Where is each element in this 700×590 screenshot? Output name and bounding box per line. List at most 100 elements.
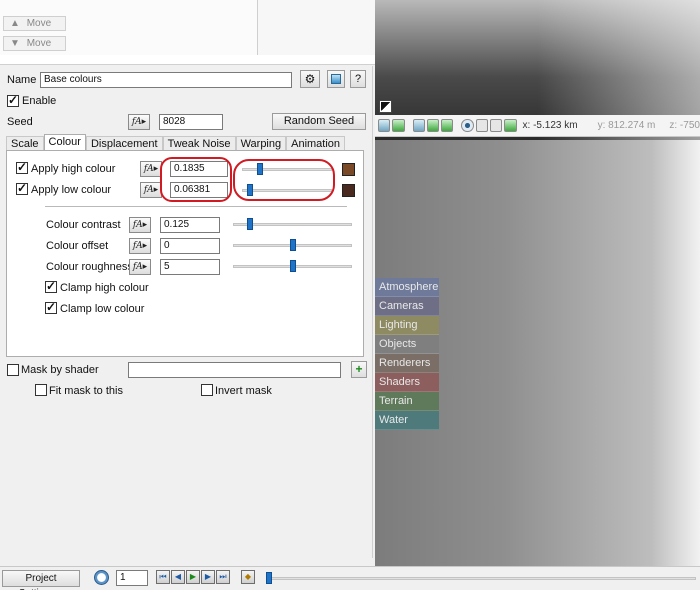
colour-offset-field[interactable]: 0: [160, 238, 220, 254]
go-to-start-button[interactable]: ⏮: [156, 570, 170, 584]
apply-low-colour-checkbox[interactable]: [16, 181, 28, 195]
colour-roughness-field[interactable]: 5: [160, 259, 220, 275]
slider-thumb[interactable]: [290, 260, 296, 272]
colour-offset-slider[interactable]: [233, 239, 352, 251]
annotation-ring-fields: [160, 157, 232, 202]
skip-back-icon: ⏮: [159, 572, 167, 581]
colour-contrast-label: Colour contrast: [46, 219, 121, 231]
step-forward-icon: ▶: [204, 572, 212, 581]
project-settings-button[interactable]: Project Settings...: [2, 570, 80, 590]
category-atmosphere[interactable]: Atmosphere: [375, 278, 439, 297]
tab-scale[interactable]: Scale: [6, 136, 44, 151]
mask-by-shader-checkbox[interactable]: [7, 364, 19, 376]
colour-offset-function-button[interactable]: fA▸: [129, 238, 151, 254]
annotation-ring-sliders: [233, 159, 335, 201]
clamp-low-colour-label: Clamp low colour: [60, 303, 145, 315]
viewport-mode-icon[interactable]: [379, 100, 392, 113]
function-icon: fA▸: [132, 220, 148, 230]
step-back-button[interactable]: ◀: [171, 570, 185, 584]
node-list-blank-area: [258, 0, 375, 55]
step-forward-button[interactable]: ▶: [201, 570, 215, 584]
gear-menu-button[interactable]: ⚙: [300, 70, 320, 88]
apply-high-colour-checkbox[interactable]: [16, 160, 28, 174]
clamp-high-colour-checkbox[interactable]: [45, 279, 57, 293]
category-cameras[interactable]: Cameras: [375, 297, 439, 316]
image-icon[interactable]: [412, 119, 425, 132]
colour-roughness-slider[interactable]: [233, 260, 352, 272]
tab-tweak-noise[interactable]: Tweak Noise: [162, 136, 236, 151]
move-down-button[interactable]: ▼ Move: [3, 36, 66, 51]
colour-contrast-slider[interactable]: [233, 218, 352, 230]
preview-button[interactable]: [327, 70, 345, 88]
seed-function-button[interactable]: fA▸: [128, 114, 150, 130]
fit-mask-checkbox[interactable]: [35, 384, 47, 396]
invert-mask-checkbox[interactable]: [201, 384, 213, 396]
clamp-low-colour-checkbox[interactable]: [45, 300, 57, 314]
apply-high-function-button[interactable]: fA▸: [140, 161, 162, 177]
keyframe-button[interactable]: ◆: [241, 570, 255, 584]
step-back-icon: ◀: [174, 572, 182, 581]
enable-checkbox[interactable]: [7, 93, 19, 107]
function-icon: fA▸: [132, 241, 148, 251]
arrow-down-icon: ▼: [10, 38, 20, 49]
random-seed-button[interactable]: Random Seed: [272, 113, 366, 130]
node-properties-panel: Name Base colours ⚙ ? Enable Seed fA▸ 80…: [0, 66, 373, 558]
colour-roughness-function-button[interactable]: fA▸: [129, 259, 151, 275]
move-down-label: Move: [26, 38, 52, 49]
category-water[interactable]: Water: [375, 411, 439, 430]
move-up-button[interactable]: ▲ Move: [3, 16, 66, 31]
arrow-up-icon: ▲: [10, 18, 20, 29]
landscape-icon[interactable]: [426, 119, 440, 132]
go-to-end-button[interactable]: ⏭: [216, 570, 230, 584]
viewport-toolbar: x: -5.123 km y: 812.274 m z: -750: [375, 115, 700, 137]
slider-thumb[interactable]: [290, 239, 296, 251]
colour-contrast-field[interactable]: 0.125: [160, 217, 220, 233]
move-up-label: Move: [26, 18, 52, 29]
help-button[interactable]: ?: [350, 70, 366, 88]
apply-high-colour-label: Apply high colour: [31, 163, 116, 175]
mask-by-shader-label: Mask by shader: [21, 364, 99, 376]
grid-icon[interactable]: [475, 119, 488, 132]
play-button[interactable]: ▶: [186, 570, 200, 584]
name-label: Name: [7, 74, 37, 86]
mask-shader-field[interactable]: [128, 362, 341, 378]
refresh-icon[interactable]: [441, 119, 454, 132]
clock-icon[interactable]: [94, 570, 109, 585]
category-renderers[interactable]: Renderers: [375, 354, 439, 373]
category-objects[interactable]: Objects: [375, 335, 439, 354]
coord-x-readout: x: -5.123 km: [522, 120, 578, 131]
high-colour-swatch[interactable]: [342, 163, 355, 176]
eye-icon[interactable]: [461, 119, 474, 132]
tab-colour[interactable]: Colour: [43, 134, 86, 151]
tab-animation[interactable]: Animation: [286, 136, 346, 151]
function-icon: fA▸: [143, 164, 159, 174]
panel-splitter[interactable]: [0, 55, 375, 65]
colour-roughness-label: Colour roughness: [46, 261, 133, 273]
tab-warping[interactable]: Warping: [235, 136, 287, 151]
frame-field[interactable]: 1: [116, 570, 148, 586]
render-preview-icon[interactable]: [392, 119, 405, 132]
timeline-slider[interactable]: [266, 572, 696, 584]
seed-label: Seed: [7, 116, 33, 128]
node-category-menu: Atmosphere Cameras Lighting Objects Rend…: [375, 278, 439, 430]
colour-contrast-function-button[interactable]: fA▸: [129, 217, 151, 233]
crosshair-icon[interactable]: [489, 119, 503, 132]
terrain-probe-icon[interactable]: [504, 119, 517, 132]
slider-thumb[interactable]: [247, 218, 253, 230]
low-colour-swatch[interactable]: [342, 184, 355, 197]
divider: [45, 206, 347, 207]
preview-image-icon: [331, 74, 341, 84]
name-field[interactable]: Base colours: [40, 72, 292, 88]
seed-field[interactable]: 8028: [159, 114, 223, 130]
tab-displacement[interactable]: Displacement: [85, 136, 163, 151]
slider-thumb[interactable]: [266, 572, 272, 584]
camera-view-icon[interactable]: [378, 119, 391, 132]
category-terrain[interactable]: Terrain: [375, 392, 439, 411]
add-mask-shader-button[interactable]: +: [351, 361, 367, 378]
node-list-panel: ▲ Move ▼ Move: [0, 0, 258, 55]
function-icon: fA▸: [131, 117, 147, 127]
coord-z-readout: z: -750: [669, 120, 700, 131]
category-shaders[interactable]: Shaders: [375, 373, 439, 392]
category-lighting[interactable]: Lighting: [375, 316, 439, 335]
apply-low-function-button[interactable]: fA▸: [140, 182, 162, 198]
